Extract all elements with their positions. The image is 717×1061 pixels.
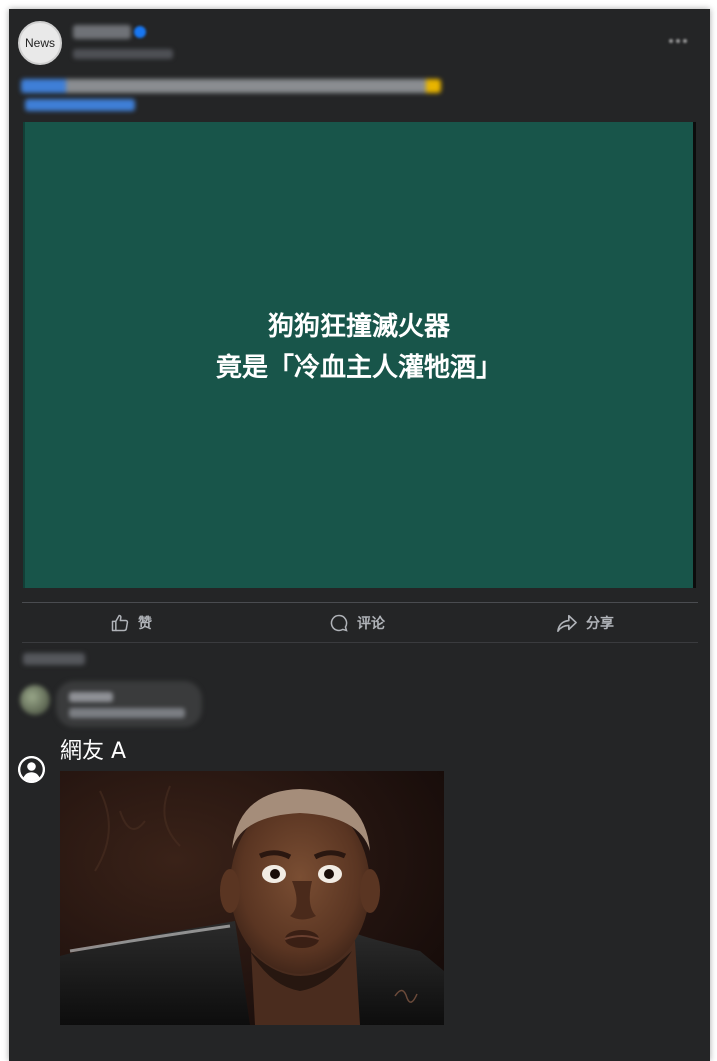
post-timestamp-blurred[interactable] bbox=[73, 49, 173, 59]
share-arrow-icon bbox=[557, 614, 577, 632]
post-header: News bbox=[9, 9, 710, 121]
share-label: 分享 bbox=[586, 616, 614, 632]
comment-button[interactable]: 评论 bbox=[329, 612, 385, 634]
comment-bubble-icon bbox=[330, 614, 348, 632]
comment-text-blurred bbox=[69, 708, 185, 718]
page-avatar-text: News bbox=[24, 36, 55, 50]
share-button[interactable]: 分享 bbox=[556, 612, 614, 634]
thumbs-up-icon bbox=[111, 614, 129, 632]
post-caption-blurred bbox=[21, 79, 441, 93]
post-caption-link-blurred[interactable] bbox=[25, 99, 135, 111]
commenter-name-blurred[interactable] bbox=[69, 692, 113, 702]
facebook-post-card: News 狗狗狂撞滅火器 竟是「冷血主人灌牠酒」 赞 评论 分享 網友 A bbox=[9, 9, 710, 1061]
post-media[interactable]: 狗狗狂撞滅火器 竟是「冷血主人灌牠酒」 bbox=[23, 122, 696, 588]
reaction-meme-image[interactable] bbox=[60, 771, 444, 1025]
media-headline: 狗狗狂撞滅火器 竟是「冷血主人灌牠酒」 bbox=[216, 307, 502, 389]
media-headline-line-1: 狗狗狂撞滅火器 bbox=[267, 312, 450, 342]
actions-divider-top bbox=[22, 602, 698, 603]
like-button[interactable]: 赞 bbox=[110, 612, 152, 634]
actions-divider-bottom bbox=[22, 642, 698, 643]
verified-badge-icon bbox=[134, 26, 146, 38]
comment-label: 评论 bbox=[357, 616, 385, 632]
page-name-blurred[interactable] bbox=[73, 25, 131, 39]
more-options-icon[interactable] bbox=[669, 39, 689, 45]
comment-bubble-blurred bbox=[56, 681, 202, 727]
commenter-avatar-blurred[interactable] bbox=[20, 685, 50, 715]
page-avatar[interactable]: News bbox=[18, 21, 62, 65]
like-label: 赞 bbox=[138, 616, 152, 632]
default-user-avatar-icon[interactable] bbox=[18, 756, 45, 783]
commenter-name[interactable]: 網友 A bbox=[60, 739, 126, 765]
media-headline-line-2: 竟是「冷血主人灌牠酒」 bbox=[215, 353, 502, 383]
comment-sort-dropdown-blurred[interactable] bbox=[23, 653, 85, 665]
